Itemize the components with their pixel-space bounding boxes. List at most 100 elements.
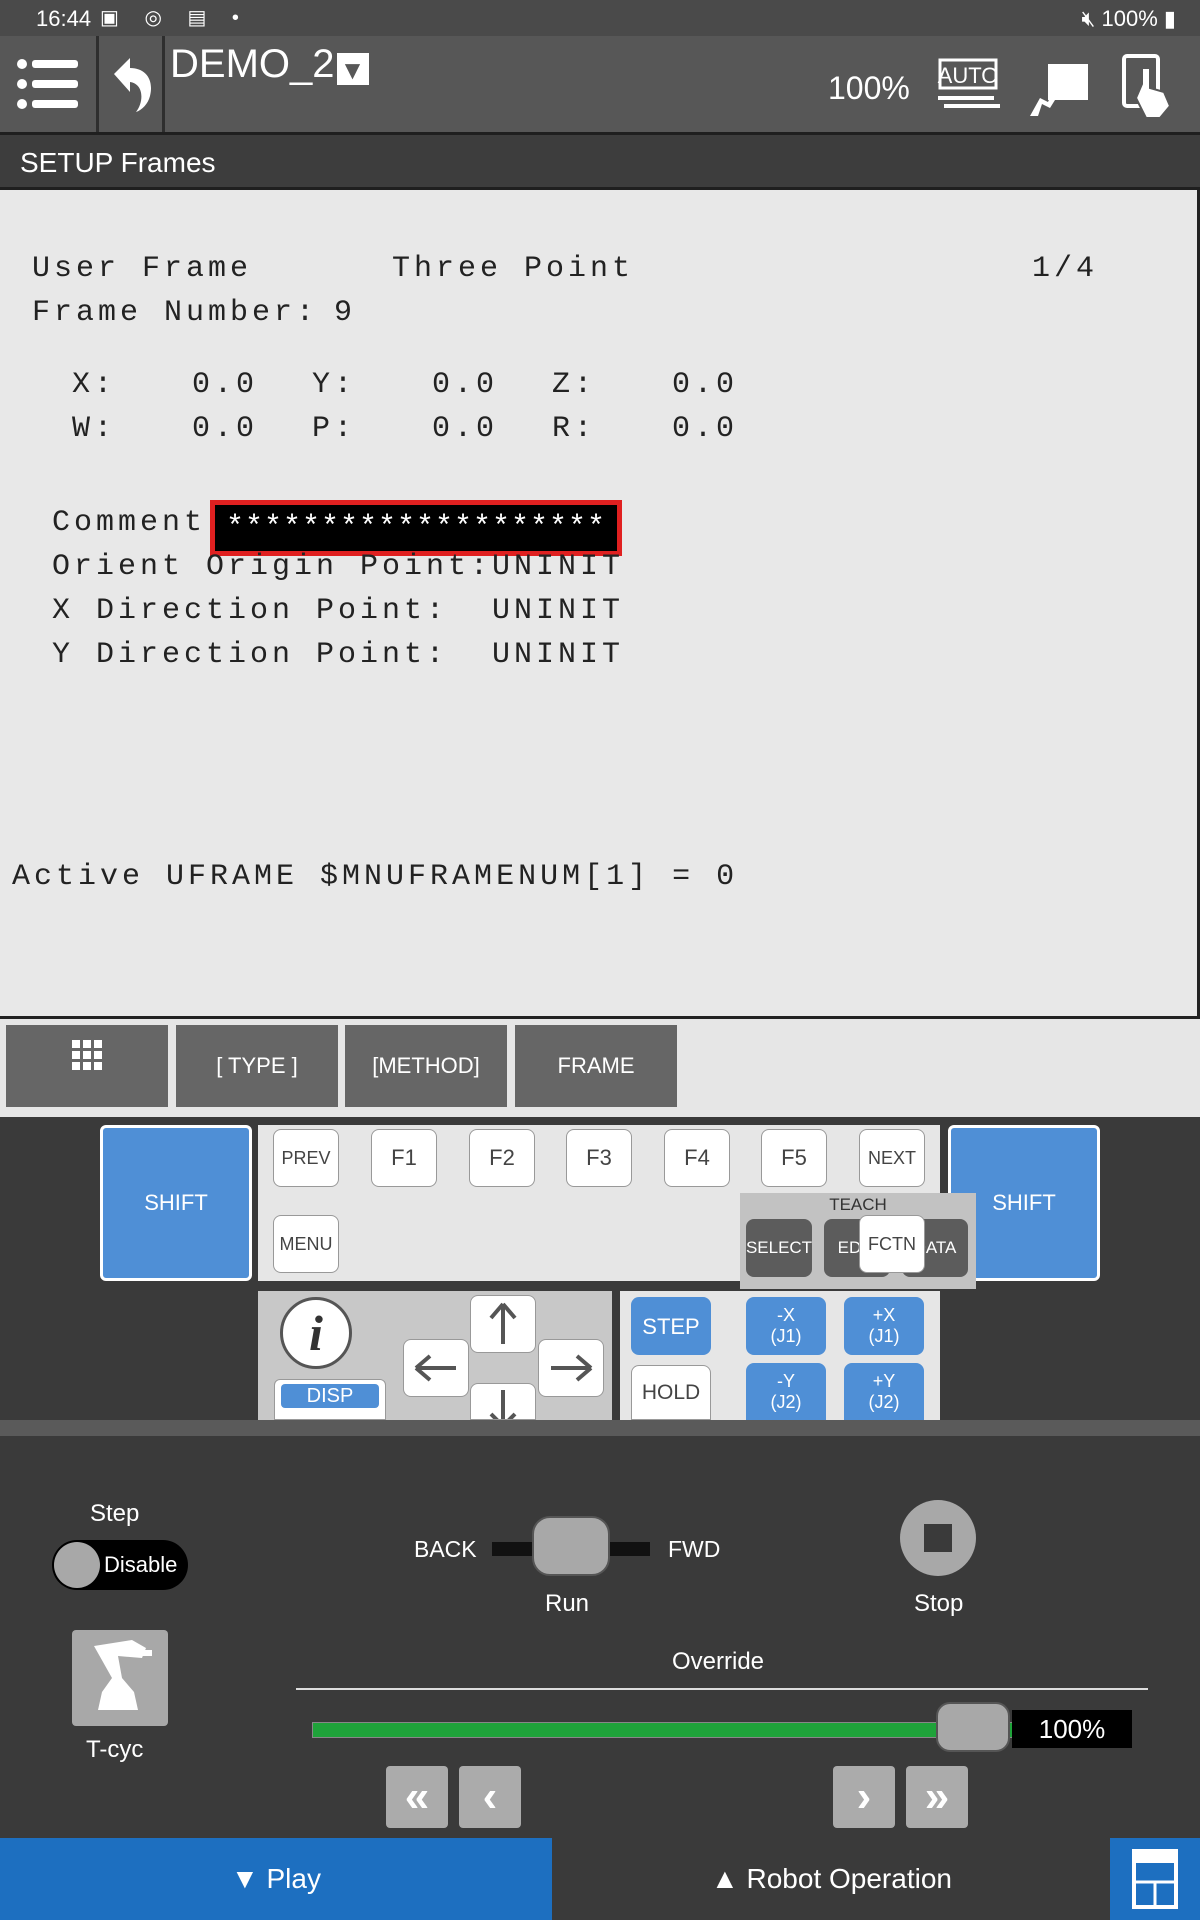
f4-key[interactable]: F4 [664,1129,730,1187]
step-key[interactable]: STEP [631,1297,711,1355]
down-arrow-key[interactable] [470,1383,536,1420]
frame-number-value[interactable]: 9 [334,296,356,330]
prev-button[interactable]: ‹ [459,1766,521,1828]
f5-key[interactable]: F5 [761,1129,827,1187]
page-indicator: 1/4 [1032,252,1099,286]
status-notification-icons: ▣ ◎ ▤ • [100,7,249,29]
last-button[interactable]: » [906,1766,968,1828]
status-right: 🔇︎ 100% ▮ [1081,6,1176,32]
override-slider-knob[interactable] [936,1702,1010,1752]
arrow-down-icon [489,1390,517,1419]
coord-value: 0.0 [432,368,499,402]
disp-label: DISP [281,1384,379,1408]
touch-screen-icon[interactable] [1120,54,1176,120]
f3-key[interactable]: F3 [566,1129,632,1187]
grid-icon [72,1040,102,1070]
mute-icon: 🔇︎ [1081,6,1096,31]
program-name: DEMO_2 [170,42,335,86]
grid-menu-button[interactable] [6,1025,168,1107]
coord-label: R: [552,412,597,446]
first-button[interactable]: « [386,1766,448,1828]
next-button[interactable]: › [833,1766,895,1828]
coord-value: 0.0 [192,368,259,402]
shift-left-button[interactable]: SHIFT [100,1125,252,1281]
fwd-label: FWD [668,1536,721,1562]
fctn-key[interactable]: FCTN [859,1215,925,1273]
step-toggle[interactable]: Disable [52,1540,188,1590]
triangle-down-icon: ▼ [336,53,369,85]
jog-axis: (J1) [868,1326,900,1346]
right-arrow-key[interactable] [538,1339,604,1397]
back-button[interactable] [100,36,162,132]
zoom-level[interactable]: 100% [828,70,910,107]
f1-key[interactable]: F1 [371,1129,437,1187]
method-function-key[interactable]: [METHOD] [345,1025,507,1107]
jog-plus-x-key[interactable]: +X (J1) [844,1297,924,1355]
teach-label: TEACH [829,1195,887,1214]
robot-screen-icon[interactable] [1026,58,1090,120]
menu-button[interactable] [0,36,96,132]
screen-header: SETUP Frames [0,132,1200,190]
jog-plus-y-key[interactable]: +Y (J2) [844,1363,924,1420]
stop-icon [924,1524,952,1552]
disp-key[interactable]: DISP [274,1379,386,1420]
prev-key[interactable]: PREV [273,1129,339,1187]
type-function-key[interactable]: [ TYPE ] [176,1025,338,1107]
run-slider-knob[interactable] [532,1516,610,1576]
double-chevron-right-icon: » [924,1772,950,1821]
chevron-left-icon: ‹ [482,1772,498,1821]
point-label: Orient Origin Point: [52,550,493,584]
override-slider-track [312,1722,1014,1738]
select-key[interactable]: SELECT [746,1219,812,1277]
toggle-knob [54,1542,100,1588]
top-bar: DEMO_2 ▼ 100% AUTO [0,36,1200,132]
stop-button[interactable] [900,1500,976,1576]
next-key[interactable]: NEXT [859,1129,925,1187]
tcyc-label: T-cyc [86,1736,144,1763]
point-label: Y Direction Point: [52,638,449,672]
function-key-bar: [ TYPE ] [METHOD] FRAME [0,1019,1200,1117]
jog-label: +X [872,1305,896,1325]
battery-text: 100% [1101,6,1158,31]
jog-axis: (J1) [770,1326,802,1346]
left-arrow-key[interactable] [403,1339,469,1397]
window-button[interactable] [1110,1838,1200,1920]
override-label: Override [672,1648,765,1675]
jog-label: +Y [872,1370,896,1391]
auto-mode-icon[interactable]: AUTO [934,56,1004,112]
menu-key[interactable]: MENU [273,1215,339,1273]
point-status[interactable]: UNINIT [492,594,624,628]
coord-label: W: [72,412,117,446]
up-arrow-key[interactable] [470,1295,536,1353]
coord-label: Y: [312,368,357,402]
coord-label: Z: [552,368,597,402]
window-icon [1132,1849,1178,1909]
active-uframe-line: Active UFRAME $MNUFRAMENUM[1] = 0 [12,860,739,894]
jog-axis: (J2) [770,1391,802,1412]
jog-minus-y-key[interactable]: -Y (J2) [746,1363,826,1420]
override-divider [296,1688,1148,1690]
tcyc-button[interactable] [72,1630,168,1726]
jog-minus-x-key[interactable]: -X (J1) [746,1297,826,1355]
coord-label: X: [72,368,117,402]
back-label: BACK [414,1536,477,1562]
coord-value: 0.0 [432,412,499,446]
jog-axis: (J2) [868,1391,900,1412]
program-selector[interactable]: DEMO_2 ▼ [170,42,369,87]
operation-panel: Step Disable BACK FWD Run Stop T-cyc Ove… [0,1420,1200,1838]
comment-field[interactable]: ******************** [210,500,622,556]
undo-arrow-icon [114,58,152,112]
frame-function-key[interactable]: FRAME [515,1025,677,1107]
point-status[interactable]: UNINIT [492,638,624,672]
play-tab[interactable]: ▼ Play [0,1838,552,1920]
frame-setup-screen: User Frame Three Point 1/4 Frame Number:… [0,190,1200,1019]
double-chevron-left-icon: « [404,1772,430,1821]
point-label: X Direction Point: [52,594,449,628]
teach-group: TEACH SELECT EDIT DATA [740,1193,976,1289]
info-icon[interactable]: i [280,1297,352,1369]
point-status[interactable]: UNINIT [492,550,624,584]
hold-key[interactable]: HOLD [631,1365,711,1420]
robot-operation-tab[interactable]: ▲ Robot Operation [555,1838,1108,1920]
f2-key[interactable]: F2 [469,1129,535,1187]
step-toggle-label: Disable [104,1552,178,1577]
